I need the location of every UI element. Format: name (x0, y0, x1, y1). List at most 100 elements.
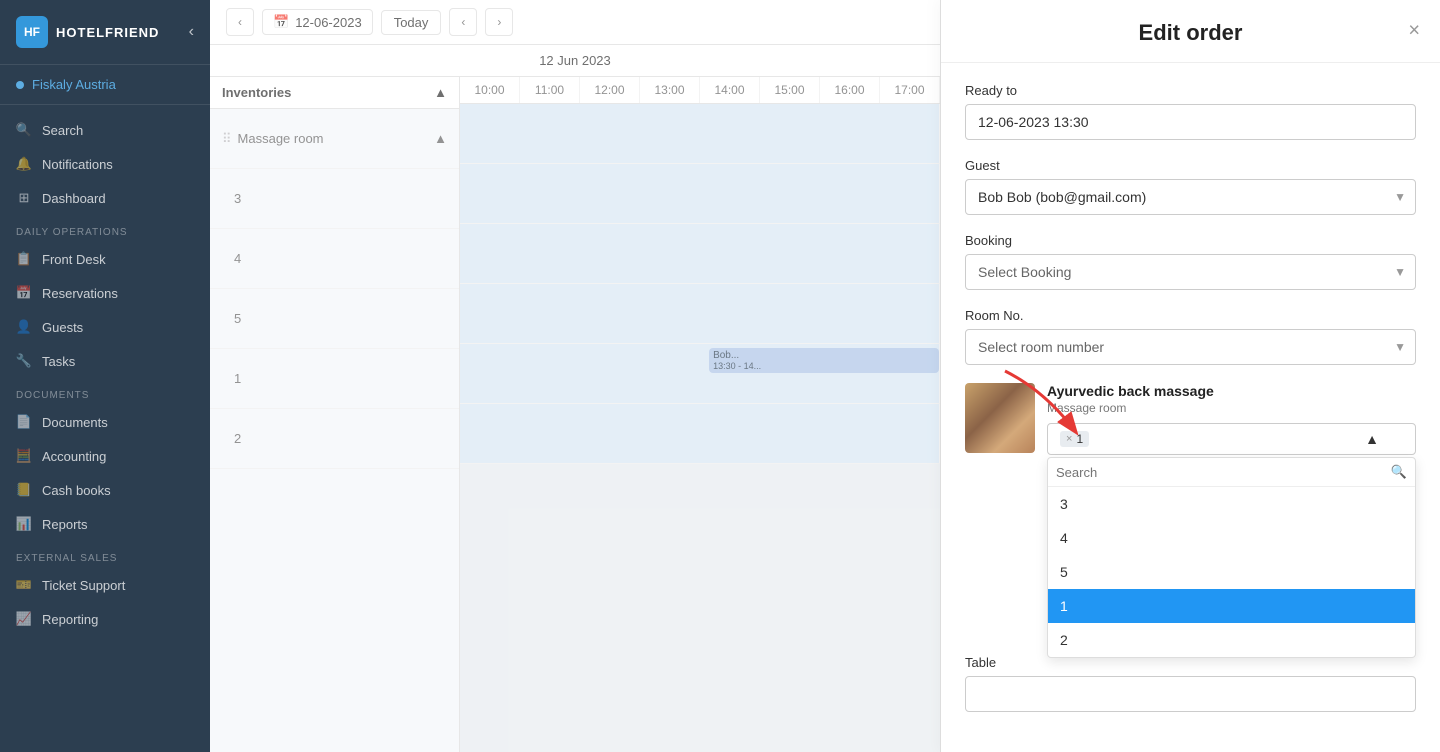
sidebar-item-label-search: Search (42, 123, 83, 138)
cal-row-5: 5 (210, 289, 459, 349)
room-no-select[interactable]: Select room number (965, 329, 1416, 365)
cal-date-box: 📅 12-06-2023 (262, 9, 373, 35)
sidebar-item-reporting[interactable]: 📈 Reporting (0, 602, 210, 636)
product-info: Ayurvedic back massage Massage room × 1 … (1047, 383, 1416, 455)
cal-room-label: ⠿ Massage room ▲ (210, 109, 459, 169)
dropdown-option-1[interactable]: 1 (1048, 589, 1415, 623)
cal-grid-row-5 (460, 284, 940, 344)
sidebar-item-accounting[interactable]: 🧮Accounting (0, 439, 210, 473)
calendar-grid: Inventories ▲ ⠿ Massage room ▲ 3 4 5 1 2… (210, 77, 940, 752)
dashboard-icon: ⊞ (16, 190, 32, 206)
sidebar-item-ticket-support[interactable]: 🎫Ticket Support (0, 568, 210, 602)
dropdown-option-4[interactable]: 4 (1048, 521, 1415, 555)
time-slot-16:00: 16:00 (820, 77, 880, 103)
sidebar-item-search[interactable]: 🔍Search (0, 113, 210, 147)
dropdown-search-input[interactable] (1056, 465, 1391, 480)
cal-next-btn[interactable]: › (485, 8, 513, 36)
documents-icon: 📄 (16, 414, 32, 430)
sidebar-item-label-reservations: Reservations (42, 286, 118, 301)
cal-grid-row-massage (460, 104, 940, 164)
sidebar-close-icon[interactable]: ‹ (189, 23, 194, 41)
time-slot-12:00: 12:00 (580, 77, 640, 103)
sidebar-item-cash-books[interactable]: 📒 Cash books (0, 473, 210, 507)
property-selector[interactable]: Fiskaly Austria (0, 65, 210, 105)
sidebar-item-label-front-desk: Front Desk (42, 252, 106, 267)
dropdown-option-3[interactable]: 3 (1048, 487, 1415, 521)
cal-time-header: 10:0011:0012:0013:0014:0015:0016:0017:00 (460, 77, 940, 104)
qty-value: 1 (1076, 432, 1083, 446)
cash-books-icon: 📒 (16, 482, 32, 498)
nav-section-section_ext: EXTERNAL SALES (0, 541, 210, 568)
event-name: Bob... (713, 350, 935, 361)
property-dot (16, 81, 24, 89)
reporting-icon: 📈 (16, 611, 32, 627)
product-thumbnail (965, 383, 1035, 453)
calendar-area: ‹ 📅 12-06-2023 Today ‹ › 12 Jun 2023 Inv… (210, 0, 940, 752)
qty-remove-icon[interactable]: × (1066, 433, 1072, 445)
sidebar-item-label-reporting: Reporting (42, 612, 98, 627)
front-desk-icon: 📋 (16, 251, 32, 267)
sidebar-item-notifications[interactable]: 🔔Notifications (0, 147, 210, 181)
product-row: Ayurvedic back massage Massage room × 1 … (965, 383, 1416, 455)
cal-row-3: 3 (210, 169, 459, 229)
guest-select[interactable]: Bob Bob (bob@gmail.com) (965, 179, 1416, 215)
product-location: Massage room (1047, 401, 1416, 415)
ready-to-group: Ready to (965, 83, 1416, 140)
ready-to-input[interactable] (965, 104, 1416, 140)
time-slot-10:00: 10:00 (460, 77, 520, 103)
cal-left-col: Inventories ▲ ⠿ Massage room ▲ 3 4 5 1 2 (210, 77, 460, 752)
reports-icon: 📊 (16, 516, 32, 532)
cal-prev-btn[interactable]: ‹ (226, 8, 254, 36)
table-input[interactable] (965, 676, 1416, 712)
cal-event-bob[interactable]: Bob... 13:30 - 14... (709, 348, 939, 373)
time-slot-11:00: 11:00 (520, 77, 580, 103)
sidebar-item-documents[interactable]: 📄 Documents (0, 405, 210, 439)
qty-select-wrapper: × 1 ▲ 🔍 34512 (1047, 423, 1416, 455)
sidebar-item-reports[interactable]: 📊Reports (0, 507, 210, 541)
close-button[interactable]: × (1408, 20, 1420, 43)
room-no-select-wrapper: Select room number ▼ (965, 329, 1416, 365)
edit-panel-header: Edit order × (941, 0, 1440, 63)
sidebar-item-tasks[interactable]: 🔧Tasks (0, 344, 210, 378)
product-image (965, 383, 1035, 453)
drag-handle-icon: ⠿ (222, 131, 232, 147)
dropdown-options: 34512 (1048, 487, 1415, 657)
sidebar-item-guests[interactable]: 👤 Guests (0, 310, 210, 344)
guest-group: Guest Bob Bob (bob@gmail.com) ▼ (965, 158, 1416, 215)
dropdown-search-area: 🔍 (1048, 458, 1415, 487)
qty-display[interactable]: × 1 ▲ (1047, 423, 1416, 455)
ticket-support-icon: 🎫 (16, 577, 32, 593)
dropdown-option-2[interactable]: 2 (1048, 623, 1415, 657)
time-slot-13:00: 13:00 (640, 77, 700, 103)
booking-label: Booking (965, 233, 1416, 248)
notifications-icon: 🔔 (16, 156, 32, 172)
inventories-label: Inventories (222, 85, 291, 100)
cal-time-area: 10:0011:0012:0013:0014:0015:0016:0017:00 (460, 77, 940, 752)
table-group: Table (965, 655, 1416, 712)
massage-room-expand-icon[interactable]: ▲ (434, 131, 447, 146)
ready-to-label: Ready to (965, 83, 1416, 98)
sidebar-item-label-cash-books: Cash books (42, 483, 111, 498)
guests-icon: 👤 (16, 319, 32, 335)
cal-calendar-icon: 📅 (273, 14, 289, 30)
cal-grid-row-1: Bob... 13:30 - 14... (460, 344, 940, 404)
sidebar-item-dashboard[interactable]: ⊞Dashboard (0, 181, 210, 215)
booking-select[interactable]: Select Booking (965, 254, 1416, 290)
cal-next-prev-btn[interactable]: ‹ (449, 8, 477, 36)
sidebar-item-front-desk[interactable]: 📋 Front Desk (0, 242, 210, 276)
product-name: Ayurvedic back massage (1047, 383, 1416, 399)
cal-today-btn[interactable]: Today (381, 10, 442, 35)
reservations-icon: 📅 (16, 285, 32, 301)
accounting-icon: 🧮 (16, 448, 32, 464)
dropdown-option-5[interactable]: 5 (1048, 555, 1415, 589)
cal-grid-row-3 (460, 164, 940, 224)
inventories-expand-icon[interactable]: ▲ (434, 85, 447, 100)
logo-text: HOTELFRIEND (56, 25, 159, 40)
cal-cell (460, 164, 940, 223)
edit-panel-body: Ready to Guest Bob Bob (bob@gmail.com) ▼… (941, 63, 1440, 752)
guest-label: Guest (965, 158, 1416, 173)
sidebar-item-reservations[interactable]: 📅 Reservations (0, 276, 210, 310)
sidebar-item-label-guests: Guests (42, 320, 83, 335)
sidebar-item-label-documents: Documents (42, 415, 108, 430)
edit-order-panel: Edit order × Ready to Guest Bob Bob (bob… (940, 0, 1440, 752)
